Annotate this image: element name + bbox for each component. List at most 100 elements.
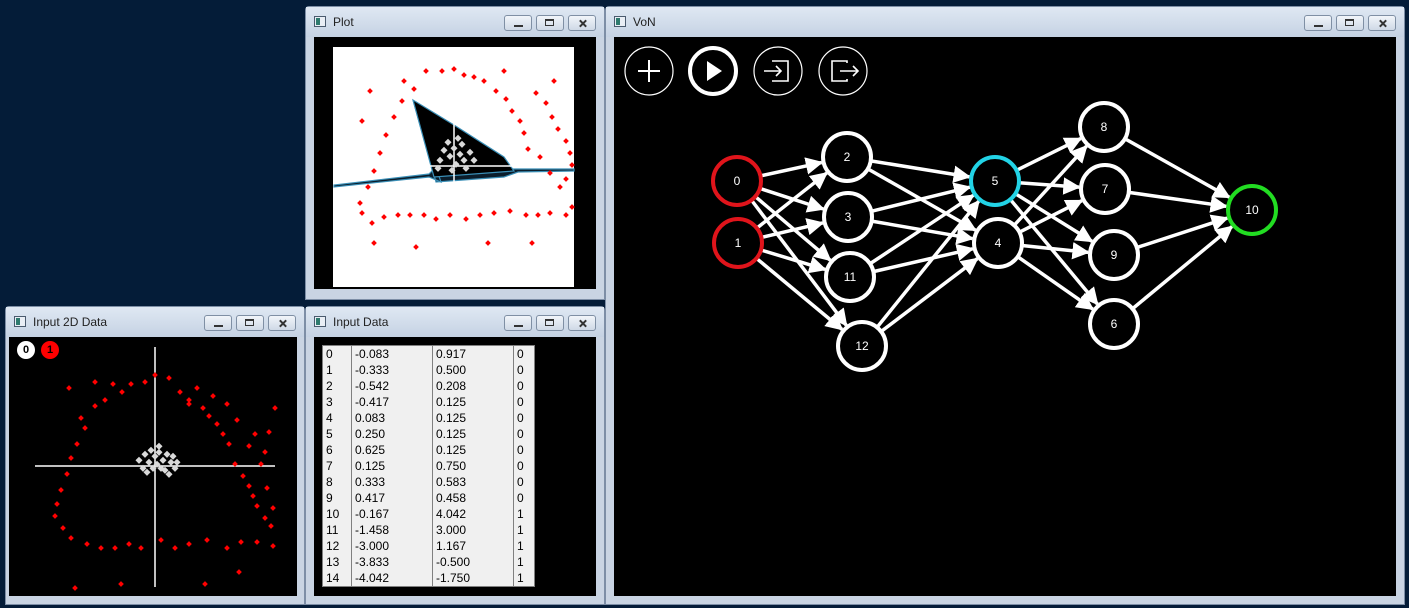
export-button[interactable] <box>818 46 868 96</box>
row-index-cell[interactable]: 2 <box>323 378 352 394</box>
minimize-icon[interactable] <box>1304 15 1332 31</box>
node-1[interactable]: 1 <box>712 217 764 269</box>
input-2d-canvas[interactable]: 0 1 <box>9 337 297 596</box>
x-value-cell[interactable]: 0.333 <box>351 474 433 490</box>
input-2d-titlebar[interactable]: Input 2D Data <box>6 307 304 337</box>
row-index-cell[interactable]: 1 <box>323 362 352 378</box>
network-canvas[interactable]: 0 1 2 3 11 12 5 4 8 7 9 6 10 <box>614 37 1396 596</box>
y-value-cell[interactable]: 0.917 <box>432 346 514 362</box>
class-cell[interactable]: 0 <box>514 426 535 442</box>
y-value-cell[interactable]: 0.583 <box>432 474 514 490</box>
x-value-cell[interactable]: -4.042 <box>351 570 433 586</box>
x-value-cell[interactable]: 0.625 <box>351 442 433 458</box>
class-cell[interactable]: 1 <box>514 522 535 538</box>
class-cell[interactable]: 1 <box>514 506 535 522</box>
von-titlebar[interactable]: VoN <box>606 7 1404 37</box>
edge-0-2[interactable] <box>760 157 824 178</box>
y-value-cell[interactable]: 0.458 <box>432 490 514 506</box>
row-index-cell[interactable]: 5 <box>323 426 352 442</box>
table-row[interactable]: 4 0.083 0.125 0 <box>323 410 534 426</box>
y-value-cell[interactable]: 0.125 <box>432 426 514 442</box>
edge-12-4[interactable] <box>880 257 979 333</box>
y-value-cell[interactable]: 0.125 <box>432 394 514 410</box>
minimize-icon[interactable] <box>504 315 532 331</box>
node-11[interactable]: 11 <box>824 251 876 303</box>
table-row[interactable]: 1 -0.333 0.500 0 <box>323 362 534 378</box>
plot-titlebar[interactable]: Plot <box>306 7 604 37</box>
row-index-cell[interactable]: 3 <box>323 394 352 410</box>
class-cell[interactable]: 0 <box>514 458 535 474</box>
close-icon[interactable] <box>1368 15 1396 31</box>
y-value-cell[interactable]: 0.750 <box>432 458 514 474</box>
table-row[interactable]: 13 -3.833 -0.500 1 <box>323 554 534 570</box>
x-value-cell[interactable]: -1.458 <box>351 522 433 538</box>
y-value-cell[interactable]: 4.042 <box>432 506 514 522</box>
maximize-icon[interactable] <box>536 315 564 331</box>
class-cell[interactable]: 0 <box>514 378 535 394</box>
minimize-icon[interactable] <box>204 315 232 331</box>
y-value-cell[interactable]: 1.167 <box>432 538 514 554</box>
y-value-cell[interactable]: 3.000 <box>432 522 514 538</box>
node-0[interactable]: 0 <box>711 155 763 207</box>
class-cell[interactable]: 0 <box>514 490 535 506</box>
table-row[interactable]: 5 0.250 0.125 0 <box>323 426 534 442</box>
x-value-cell[interactable]: -0.083 <box>351 346 433 362</box>
class-cell[interactable]: 1 <box>514 554 535 570</box>
maximize-icon[interactable] <box>1336 15 1364 31</box>
close-icon[interactable] <box>568 315 596 331</box>
table-row[interactable]: 11 -1.458 3.000 1 <box>323 522 534 538</box>
class-cell[interactable]: 1 <box>514 570 535 586</box>
y-value-cell[interactable]: -0.500 <box>432 554 514 570</box>
input-data-titlebar[interactable]: Input Data <box>306 307 604 337</box>
edge-7-10[interactable] <box>1128 190 1228 213</box>
row-index-cell[interactable]: 0 <box>323 346 352 362</box>
node-8[interactable]: 8 <box>1078 101 1130 153</box>
x-value-cell[interactable]: -3.833 <box>351 554 433 570</box>
import-button[interactable] <box>753 46 803 96</box>
maximize-icon[interactable] <box>536 15 564 31</box>
y-value-cell[interactable]: 0.125 <box>432 442 514 458</box>
x-value-cell[interactable]: 0.250 <box>351 426 433 442</box>
table-row[interactable]: 14 -4.042 -1.750 1 <box>323 570 534 586</box>
row-index-cell[interactable]: 7 <box>323 458 352 474</box>
row-index-cell[interactable]: 11 <box>323 522 352 538</box>
table-row[interactable]: 6 0.625 0.125 0 <box>323 442 534 458</box>
node-4[interactable]: 4 <box>972 217 1024 269</box>
row-index-cell[interactable]: 12 <box>323 538 352 554</box>
y-value-cell[interactable]: -1.750 <box>432 570 514 586</box>
x-value-cell[interactable]: -0.333 <box>351 362 433 378</box>
y-value-cell[interactable]: 0.500 <box>432 362 514 378</box>
table-row[interactable]: 12 -3.000 1.167 1 <box>323 538 534 554</box>
edge-1-2[interactable] <box>755 171 828 230</box>
node-2[interactable]: 2 <box>821 131 873 183</box>
x-value-cell[interactable]: 0.083 <box>351 410 433 426</box>
node-6[interactable]: 6 <box>1088 298 1140 350</box>
node-7[interactable]: 7 <box>1079 163 1131 215</box>
row-index-cell[interactable]: 14 <box>323 570 352 586</box>
node-12[interactable]: 12 <box>836 320 888 372</box>
maximize-icon[interactable] <box>236 315 264 331</box>
minimize-icon[interactable] <box>504 15 532 31</box>
node-9[interactable]: 9 <box>1088 229 1140 281</box>
node-3[interactable]: 3 <box>822 191 874 243</box>
class-cell[interactable]: 0 <box>514 442 535 458</box>
class-cell[interactable]: 0 <box>514 362 535 378</box>
x-value-cell[interactable]: -0.417 <box>351 394 433 410</box>
run-button[interactable] <box>688 46 738 96</box>
edge-8-10[interactable] <box>1124 137 1231 199</box>
row-index-cell[interactable]: 4 <box>323 410 352 426</box>
input-data-table[interactable]: 0 -0.083 0.917 0 1 -0.333 0.500 0 2 -0.542 0.208 0 3… <box>322 345 535 587</box>
table-row[interactable]: 9 0.417 0.458 0 <box>323 490 534 506</box>
class-cell[interactable]: 0 <box>514 346 535 362</box>
edge-12-5[interactable] <box>875 199 981 329</box>
table-row[interactable]: 7 0.125 0.750 0 <box>323 458 534 474</box>
node-10[interactable]: 10 <box>1226 184 1278 236</box>
table-row[interactable]: 0 -0.083 0.917 0 <box>323 346 534 362</box>
x-value-cell[interactable]: -3.000 <box>351 538 433 554</box>
close-icon[interactable] <box>568 15 596 31</box>
x-value-cell[interactable]: -0.542 <box>351 378 433 394</box>
x-value-cell[interactable]: 0.417 <box>351 490 433 506</box>
table-row[interactable]: 2 -0.542 0.208 0 <box>323 378 534 394</box>
node-5[interactable]: 5 <box>969 155 1021 207</box>
table-row[interactable]: 3 -0.417 0.125 0 <box>323 394 534 410</box>
